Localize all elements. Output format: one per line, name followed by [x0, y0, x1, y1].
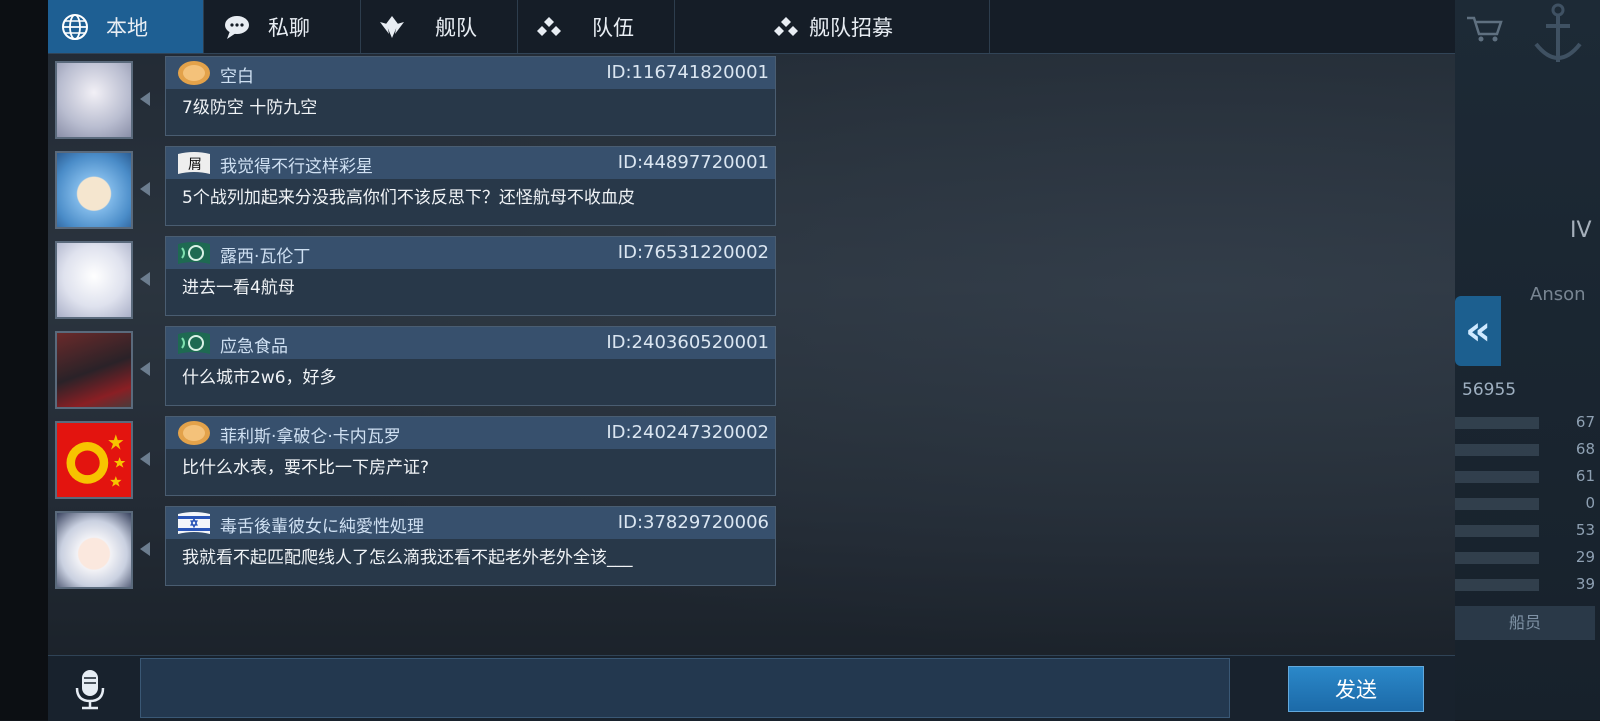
- team-dots-icon: [774, 16, 798, 36]
- globe-icon: [62, 13, 88, 40]
- chat-message: 屑 我觉得不行这样彩星 ID:44897720001 5个战列加起来分没我高你们…: [48, 146, 778, 229]
- bubble-pointer: [140, 362, 150, 376]
- stat-row: 53: [1455, 521, 1595, 539]
- sender-id: ID:37829720006: [617, 512, 769, 533]
- microphone-icon[interactable]: [72, 668, 108, 710]
- chat-message: 菲利斯·拿破仑·卡内瓦罗 ID:240247320002 比什么水表，要不比一下…: [48, 416, 778, 499]
- message-text: 5个战列加起来分没我高你们不该反思下？还怪航母不收血皮: [182, 188, 635, 208]
- anchor-icon[interactable]: [1528, 0, 1588, 72]
- calligraphy-flag-badge-icon: 屑: [178, 152, 210, 174]
- stat-row: 29: [1455, 548, 1595, 566]
- svg-text:屑: 屑: [188, 157, 202, 173]
- send-button[interactable]: 发送: [1288, 666, 1424, 712]
- sender-id: ID:116741820001: [606, 62, 769, 83]
- chat-message: 应急食品 ID:240360520001 什么城市2w6，好多: [48, 326, 778, 409]
- sender-name[interactable]: 我觉得不行这样彩星: [220, 152, 373, 177]
- shopping-cart-icon[interactable]: [1465, 14, 1505, 44]
- message-bubble: 毒舌後輩彼女に純愛性処理 ID:37829720006 我就看不起匹配爬线人了怎…: [165, 506, 776, 586]
- avatar[interactable]: [55, 511, 133, 589]
- tab-team[interactable]: 队伍: [518, 0, 675, 53]
- message-bubble: 露西·瓦伦丁 ID:76531220002 进去一看4航母: [165, 236, 776, 316]
- green-laurel-badge-icon: [178, 242, 210, 264]
- message-bubble: 应急食品 ID:240360520001 什么城市2w6，好多: [165, 326, 776, 406]
- message-text: 什么城市2w6，好多: [182, 368, 337, 388]
- bubble-pointer: [140, 182, 150, 196]
- avatar[interactable]: [55, 241, 133, 319]
- sender-id: ID:76531220002: [617, 242, 769, 263]
- bubble-pointer: [140, 92, 150, 106]
- tab-private[interactable]: 私聊: [204, 0, 361, 53]
- bubble-pointer: [140, 272, 150, 286]
- message-bubble: 屑 我觉得不行这样彩星 ID:44897720001 5个战列加起来分没我高你们…: [165, 146, 776, 226]
- avatar[interactable]: [55, 331, 133, 409]
- message-header: 毒舌後輩彼女に純愛性処理 ID:37829720006: [166, 507, 775, 539]
- chat-message: 露西·瓦伦丁 ID:76531220002 进去一看4航母: [48, 236, 778, 319]
- chat-message: 毒舌後輩彼女に純愛性処理 ID:37829720006 我就看不起匹配爬线人了怎…: [48, 506, 778, 589]
- gold-coin-badge-icon: [178, 61, 210, 85]
- chat-tab-bar: 本地 私聊 舰队 队伍 舰队招募: [48, 0, 1455, 54]
- star-flag-badge-icon: [178, 512, 210, 534]
- tab-label: 舰队招募: [809, 15, 893, 40]
- message-text: 进去一看4航母: [182, 278, 295, 298]
- stat-row: 0: [1455, 494, 1595, 512]
- double-chevron-left-icon: «: [1465, 308, 1491, 354]
- avatar[interactable]: [55, 421, 133, 499]
- stat-row: 61: [1455, 467, 1595, 485]
- crew-button[interactable]: 船员: [1455, 606, 1595, 640]
- tab-local[interactable]: 本地: [48, 0, 204, 53]
- sender-name[interactable]: 空白: [220, 62, 254, 87]
- chat-message-input[interactable]: [140, 658, 1230, 718]
- speech-bubble-icon: [225, 15, 249, 39]
- tab-fleet[interactable]: 舰队: [361, 0, 518, 53]
- tab-label: 舰队: [435, 15, 477, 40]
- avatar[interactable]: [55, 61, 133, 139]
- sender-id: ID:240247320002: [606, 422, 769, 443]
- message-text: 比什么水表，要不比一下房产证?: [182, 458, 430, 478]
- bubble-pointer: [140, 542, 150, 556]
- ship-power: 56955: [1462, 380, 1517, 400]
- message-header: 菲利斯·拿破仑·卡内瓦罗 ID:240247320002: [166, 417, 775, 449]
- message-header: 空白 ID:116741820001: [166, 57, 775, 89]
- ship-tier: IV: [1570, 218, 1592, 243]
- stat-row: 67: [1455, 413, 1595, 431]
- gold-coin-badge-icon: [178, 421, 210, 445]
- sender-name[interactable]: 菲利斯·拿破仑·卡内瓦罗: [220, 422, 401, 447]
- message-header: 应急食品 ID:240360520001: [166, 327, 775, 359]
- stat-row: 39: [1455, 575, 1595, 593]
- tab-label: 私聊: [268, 15, 310, 40]
- message-text: 7级防空 十防九空: [182, 98, 318, 118]
- team-dots-icon: [537, 16, 561, 36]
- message-bubble: 空白 ID:116741820001 7级防空 十防九空: [165, 56, 776, 136]
- chat-message: 空白 ID:116741820001 7级防空 十防九空: [48, 56, 778, 139]
- chat-panel: 本地 私聊 舰队 队伍 舰队招募 空白 ID:116741820001 7级防空…: [48, 0, 1455, 721]
- tab-label: 队伍: [592, 15, 634, 40]
- sender-name[interactable]: 露西·瓦伦丁: [220, 242, 310, 267]
- sender-id: ID:240360520001: [606, 332, 769, 353]
- sender-name[interactable]: 应急食品: [220, 332, 288, 357]
- message-header: 露西·瓦伦丁 ID:76531220002: [166, 237, 775, 269]
- stat-row: 68: [1455, 440, 1595, 458]
- sender-id: ID:44897720001: [617, 152, 769, 173]
- collapse-chat-button[interactable]: «: [1455, 296, 1501, 366]
- fleet-emblem-icon: [380, 15, 404, 38]
- tab-fleet-recruit[interactable]: 舰队招募: [675, 0, 990, 53]
- tab-label: 本地: [106, 15, 148, 40]
- screen-edge: [0, 0, 48, 720]
- message-header: 屑 我觉得不行这样彩星 ID:44897720001: [166, 147, 775, 179]
- green-laurel-badge-icon: [178, 332, 210, 354]
- ship-name: Anson: [1530, 284, 1586, 305]
- avatar[interactable]: [55, 151, 133, 229]
- emblem-icon: [66, 434, 126, 487]
- message-text: 我就看不起匹配爬线人了怎么滴我还看不起老外老外全该___: [182, 548, 633, 568]
- bubble-pointer: [140, 452, 150, 466]
- chat-input-bar: 发送: [48, 655, 1455, 721]
- sender-name[interactable]: 毒舌後輩彼女に純愛性処理: [220, 512, 424, 537]
- message-bubble: 菲利斯·拿破仑·卡内瓦罗 ID:240247320002 比什么水表，要不比一下…: [165, 416, 776, 496]
